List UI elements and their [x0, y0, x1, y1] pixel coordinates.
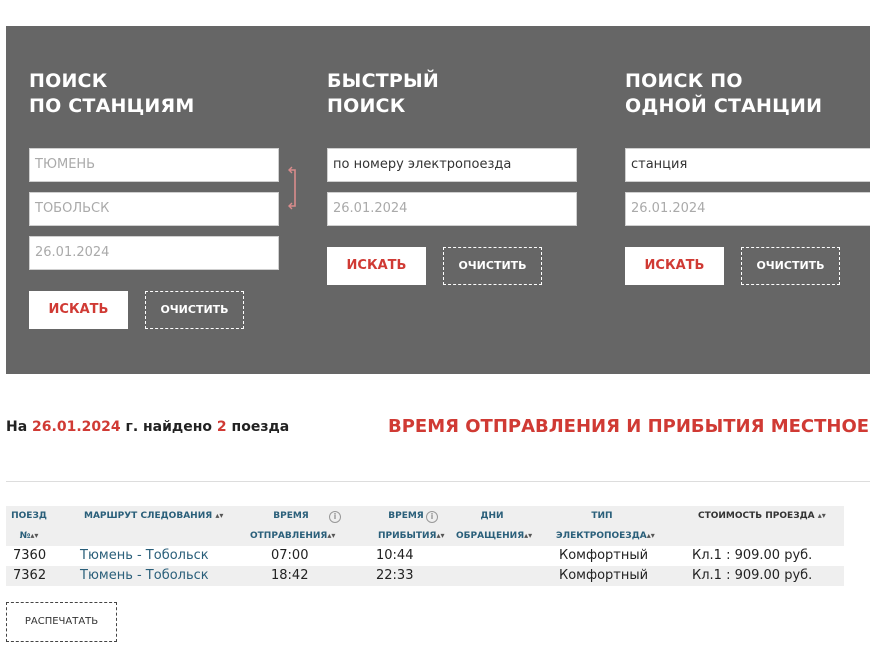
- summary-suffix: поезда: [226, 419, 290, 435]
- from-station-input[interactable]: ТЮМЕНЬ: [29, 148, 279, 182]
- summary-middle: г. найдено: [120, 419, 217, 435]
- swap-arrows-icon[interactable]: [286, 166, 300, 210]
- header-route[interactable]: МАРШРУТ СЛЕДОВАНИЯ ▴▾: [84, 506, 223, 526]
- header-days-line1: ДНИ: [480, 511, 504, 521]
- header-departure[interactable]: ВРЕМЯ ОТПРАВЛЕНИЯ▴▾: [250, 506, 335, 546]
- to-station-input[interactable]: ТОБОЛЬСК: [29, 192, 279, 226]
- stations-date-input[interactable]: 26.01.2024: [29, 236, 279, 270]
- header-departure-line1: ВРЕМЯ: [273, 511, 309, 521]
- stations-search-button[interactable]: ИСКАТЬ: [29, 291, 128, 329]
- fare: Кл.1 : 909.00 руб.: [692, 548, 813, 563]
- departure-time: 07:00: [271, 548, 309, 563]
- header-price-label: СТОИМОСТЬ ПРОЕЗДА: [698, 511, 815, 521]
- table-row[interactable]: 7362 Тюмень - Тобольск 18:42 22:33 Комфо…: [6, 566, 844, 586]
- train-number: 7362: [13, 568, 47, 583]
- table-header: ПОЕЗД №▴▾ МАРШРУТ СЛЕДОВАНИЯ ▴▾ ВРЕМЯ ОТ…: [6, 506, 844, 546]
- quick-clear-button[interactable]: ОЧИСТИТЬ: [443, 247, 542, 285]
- header-type-line1: ТИП: [591, 511, 613, 521]
- header-days-line2: ОБРАЩЕНИЯ: [456, 531, 525, 541]
- header-departure-line2: ОТПРАВЛЕНИЯ: [250, 531, 328, 541]
- header-train-line1: ПОЕЗД: [11, 511, 47, 521]
- train-number-input[interactable]: по номеру электропоезда: [327, 148, 577, 182]
- search-panel: ПОИСК ПО СТАНЦИЯМ ТЮМЕНЬ ТОБОЛЬСК 26.01.…: [6, 26, 870, 374]
- header-train[interactable]: ПОЕЗД №▴▾: [10, 506, 48, 546]
- header-arrival-line2: ПРИБЫТИЯ: [378, 531, 437, 541]
- single-station-title-line2: ОДНОЙ СТАНЦИИ: [625, 95, 823, 117]
- summary-prefix: На: [6, 419, 33, 435]
- summary-date: 26.01.2024: [32, 419, 121, 435]
- departure-time: 18:42: [271, 568, 309, 583]
- train-number: 7360: [13, 548, 47, 563]
- print-button[interactable]: РАСПЕЧАТАТЬ: [6, 602, 117, 642]
- stations-clear-button[interactable]: ОЧИСТИТЬ: [145, 291, 244, 329]
- header-route-label: МАРШРУТ СЛЕДОВАНИЯ: [84, 511, 213, 521]
- info-circle-icon[interactable]: i: [329, 511, 341, 523]
- stations-search-title-line2: ПО СТАНЦИЯМ: [29, 95, 195, 117]
- header-arrival[interactable]: ВРЕМЯ ПРИБЫТИЯ▴▾: [378, 506, 444, 546]
- train-type: Комфортный: [559, 548, 649, 563]
- sort-arrows-icon[interactable]: ▴▾: [524, 531, 532, 540]
- quick-search-title-line1: БЫСТРЫЙ: [327, 70, 439, 92]
- station-clear-button[interactable]: ОЧИСТИТЬ: [741, 247, 840, 285]
- header-train-line2: №: [19, 531, 31, 541]
- quick-search-title-line2: ПОИСК: [327, 95, 406, 117]
- quick-date-input[interactable]: 26.01.2024: [327, 192, 577, 226]
- local-time-notice: ВРЕМЯ ОТПРАВЛЕНИЯ И ПРИБЫТИЯ МЕСТНОЕ: [388, 416, 870, 437]
- single-station-title: ПОИСК ПО ОДНОЙ СТАНЦИИ: [625, 69, 822, 119]
- single-station-title-line1: ПОИСК ПО: [625, 70, 743, 92]
- sort-arrows-icon[interactable]: ▴▾: [436, 531, 444, 540]
- sort-arrows-icon[interactable]: ▴▾: [327, 531, 335, 540]
- sort-arrows-icon[interactable]: ▴▾: [30, 531, 38, 540]
- results-summary: На 26.01.2024 г. найдено 2 поезда: [6, 419, 289, 435]
- sort-arrows-icon[interactable]: ▴▾: [647, 531, 655, 540]
- header-type-line2: ЭЛЕКТРОПОЕЗДА: [556, 531, 647, 541]
- station-search-button[interactable]: ИСКАТЬ: [625, 247, 724, 285]
- station-date-input[interactable]: 26.01.2024: [625, 192, 870, 226]
- route-link[interactable]: Тюмень - Тобольск: [80, 546, 209, 566]
- fare: Кл.1 : 909.00 руб.: [692, 568, 813, 583]
- route-link[interactable]: Тюмень - Тобольск: [80, 566, 209, 586]
- train-type: Комфортный: [559, 568, 649, 583]
- header-days[interactable]: ДНИ ОБРАЩЕНИЯ▴▾: [456, 506, 532, 546]
- arrival-time: 10:44: [376, 548, 414, 563]
- station-input[interactable]: станция: [625, 148, 870, 182]
- header-type[interactable]: ТИП ЭЛЕКТРОПОЕЗДА▴▾: [556, 506, 655, 546]
- sort-arrows-icon[interactable]: ▴▾: [818, 511, 826, 520]
- table-row[interactable]: 7360 Тюмень - Тобольск 07:00 10:44 Комфо…: [6, 546, 844, 566]
- summary-count: 2: [216, 419, 227, 435]
- stations-search-title-line1: ПОИСК: [29, 70, 108, 92]
- arrival-time: 22:33: [376, 568, 414, 583]
- sort-arrows-icon[interactable]: ▴▾: [215, 511, 223, 520]
- quick-search-button[interactable]: ИСКАТЬ: [327, 247, 426, 285]
- header-price[interactable]: СТОИМОСТЬ ПРОЕЗДА ▴▾: [698, 506, 826, 526]
- divider: [6, 481, 870, 482]
- stations-search-title: ПОИСК ПО СТАНЦИЯМ: [29, 69, 194, 119]
- quick-search-title: БЫСТРЫЙ ПОИСК: [327, 69, 439, 119]
- info-circle-icon[interactable]: i: [426, 511, 438, 523]
